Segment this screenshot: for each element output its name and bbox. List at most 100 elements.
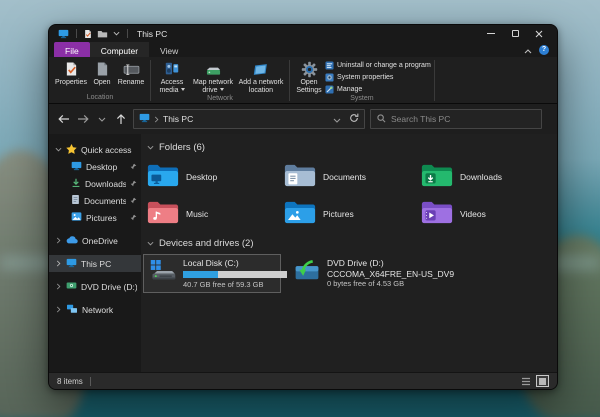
status-item-count: 8 items — [57, 377, 83, 386]
properties-icon — [65, 60, 78, 78]
quick-access-folder-icon[interactable] — [97, 30, 108, 38]
system-properties-icon — [325, 73, 334, 82]
view-details-button[interactable] — [519, 375, 532, 387]
uninstall-icon — [325, 61, 334, 70]
tab-view[interactable]: View — [149, 42, 189, 57]
add-network-location-button[interactable]: Add a network location — [236, 58, 286, 95]
ribbon-divider — [434, 60, 435, 101]
status-bar: 8 items — [49, 372, 557, 389]
location-monitor-icon — [139, 110, 150, 128]
folder-pictures-icon — [284, 200, 316, 227]
maximize-button[interactable] — [503, 26, 527, 41]
dvd-icon — [66, 281, 77, 292]
close-icon — [535, 30, 543, 38]
sidebar-item-dvd-drive[interactable]: DVD Drive (D:) CCCO — [49, 278, 141, 295]
ribbon: Properties Open Rename Location — [49, 57, 557, 104]
sidebar-item-quick-access[interactable]: Quick access — [49, 141, 141, 158]
minimize-icon — [487, 33, 495, 34]
breadcrumb-chevron-icon — [154, 110, 159, 128]
drive-name: DVD Drive (D:) — [327, 258, 454, 269]
breadcrumb-this-pc[interactable]: This PC — [163, 114, 193, 124]
rename-button[interactable]: Rename — [115, 58, 147, 94]
details-view-icon — [521, 377, 531, 386]
refresh-icon[interactable] — [349, 110, 359, 128]
sidebar: Quick access Desktop Downloads Documents… — [49, 134, 141, 372]
minimize-button[interactable] — [479, 26, 503, 41]
folder-desktop-icon — [147, 163, 179, 190]
monitor-icon — [71, 161, 82, 173]
quick-access-dropdown-icon[interactable] — [113, 31, 120, 36]
sidebar-item-documents[interactable]: Documents — [49, 192, 141, 209]
up-button[interactable] — [114, 114, 128, 125]
open-button[interactable]: Open — [89, 58, 115, 94]
section-header-folders[interactable]: Folders (6) — [143, 140, 553, 158]
pin-icon — [130, 163, 137, 170]
open-icon — [96, 60, 109, 78]
sidebar-item-pictures[interactable]: Pictures — [49, 209, 141, 226]
cloud-icon — [66, 236, 78, 246]
computer-icon — [58, 29, 69, 39]
drives-row: Local Disk (C:) 40.7 GB free of 59.3 GB … — [143, 254, 553, 293]
folder-tile-documents[interactable]: Documents — [280, 158, 417, 195]
chevron-down-icon[interactable] — [54, 147, 62, 152]
back-button[interactable] — [57, 114, 71, 124]
folder-tile-desktop[interactable]: Desktop — [143, 158, 280, 195]
folder-tile-pictures[interactable]: Pictures — [280, 195, 417, 232]
drive-local-disk[interactable]: Local Disk (C:) 40.7 GB free of 59.3 GB — [143, 254, 281, 293]
sidebar-item-downloads[interactable]: Downloads — [49, 175, 141, 192]
manage-icon — [325, 85, 334, 94]
chevron-right-icon[interactable] — [54, 237, 62, 244]
titlebar[interactable]: This PC — [49, 25, 557, 42]
chevron-right-icon[interactable] — [54, 260, 62, 267]
close-button[interactable] — [527, 26, 551, 41]
download-arrow-icon — [71, 178, 81, 190]
dvd-drive-icon — [293, 258, 321, 289]
tab-file[interactable]: File — [54, 42, 90, 57]
section-header-devices[interactable]: Devices and drives (2) — [143, 236, 553, 254]
search-input[interactable] — [391, 114, 535, 124]
search-box[interactable] — [370, 109, 542, 129]
ribbon-tab-row: File Computer View ? — [49, 42, 557, 57]
forward-button[interactable] — [76, 114, 90, 124]
open-settings-button[interactable]: Open Settings — [293, 58, 325, 95]
pin-icon — [130, 180, 137, 187]
folder-tile-videos[interactable]: Videos — [417, 195, 554, 232]
help-icon[interactable]: ? — [539, 45, 549, 55]
ribbon-group-location: Properties Open Rename Location — [53, 58, 147, 103]
map-network-drive-button[interactable]: Map network drive — [190, 58, 236, 95]
ribbon-collapse-icon[interactable] — [524, 41, 532, 59]
document-icon — [71, 194, 80, 207]
sidebar-item-desktop[interactable]: Desktop — [49, 158, 141, 175]
sidebar-item-onedrive[interactable]: OneDrive — [49, 232, 141, 249]
manage-button[interactable]: Manage — [325, 84, 431, 94]
uninstall-program-button[interactable]: Uninstall or change a program — [325, 60, 431, 70]
view-large-icons-button[interactable] — [536, 375, 549, 387]
ribbon-divider — [289, 60, 290, 101]
quick-access-properties-icon[interactable] — [84, 29, 92, 39]
sidebar-item-this-pc[interactable]: This PC — [49, 255, 141, 272]
window-controls — [479, 26, 551, 41]
folder-downloads-icon — [421, 163, 453, 190]
tab-computer[interactable]: Computer — [90, 42, 149, 57]
window-title: This PC — [137, 29, 167, 39]
picture-icon — [71, 212, 82, 223]
folder-tile-downloads[interactable]: Downloads — [417, 158, 554, 195]
recent-locations-dropdown-icon[interactable] — [95, 117, 109, 122]
address-dropdown-icon[interactable] — [333, 110, 341, 128]
map-network-drive-icon — [204, 60, 223, 78]
settings-gear-icon — [301, 60, 318, 78]
system-properties-button[interactable]: System properties — [325, 72, 431, 82]
local-disk-icon — [149, 258, 177, 289]
chevron-right-icon[interactable] — [54, 306, 62, 313]
group-label-location: Location — [53, 94, 147, 103]
access-media-button[interactable]: Access media — [154, 58, 190, 95]
folder-music-icon — [147, 200, 179, 227]
address-bar[interactable]: This PC — [133, 109, 365, 129]
drive-dvd[interactable]: DVD Drive (D:) CCCOMA_X64FRE_EN-US_DV9 0… — [287, 254, 460, 293]
folder-tile-music[interactable]: Music — [143, 195, 280, 232]
properties-button[interactable]: Properties — [53, 58, 89, 94]
pin-icon — [130, 197, 137, 204]
chevron-right-icon[interactable] — [54, 283, 62, 290]
drive-capacity-text: 40.7 GB free of 59.3 GB — [183, 280, 287, 290]
sidebar-item-network[interactable]: Network — [49, 301, 141, 318]
